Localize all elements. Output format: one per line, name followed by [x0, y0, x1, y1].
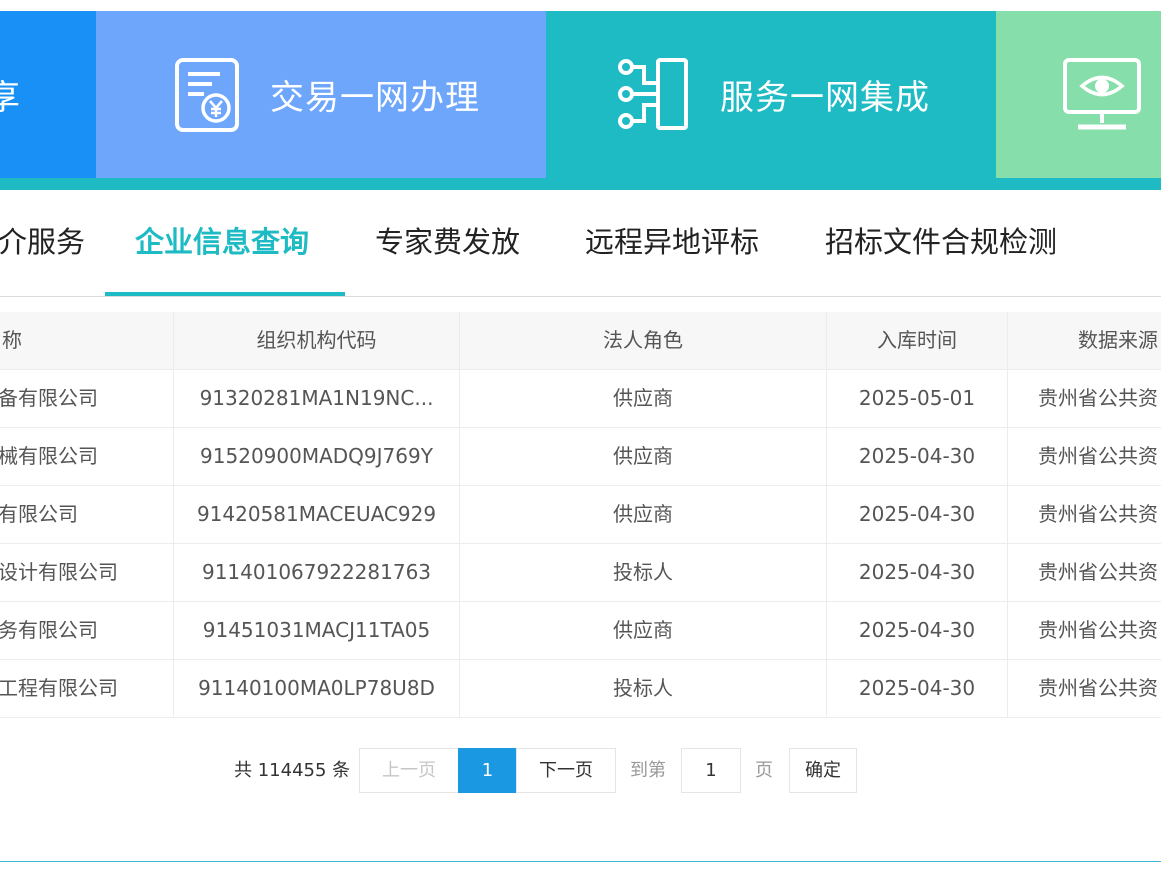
- cell-legal-role: 供应商: [460, 370, 827, 427]
- column-header-entry-date: 入库时间: [827, 312, 1008, 369]
- column-header-name: 名称: [0, 312, 174, 369]
- footer-divider: [0, 861, 1161, 862]
- active-tab-indicator: [105, 292, 345, 296]
- banner-tile-monitor[interactable]: [996, 11, 1161, 178]
- banner-tile-share[interactable]: 享: [0, 11, 96, 178]
- cell-legal-role: 供应商: [460, 486, 827, 543]
- banner-bottom-band: [0, 178, 1161, 190]
- cell-org-code: 911401067922281763: [174, 544, 460, 601]
- next-page-button[interactable]: 下一页: [516, 748, 616, 793]
- cell-data-source: 贵州省公共资: [1038, 502, 1158, 526]
- cell-company-name: 器械有限公司: [0, 428, 174, 485]
- cell-org-code: 91451031MACJ11TA05: [174, 602, 460, 659]
- cell-legal-role: 供应商: [460, 602, 827, 659]
- pagination: 共 114455 条 上一页 1 下一页 到第 页 确定: [0, 748, 1161, 793]
- cell-org-code: 91420581MACEUAC929: [174, 486, 460, 543]
- cell-data-source: 贵州省公共资: [1038, 444, 1158, 468]
- cell-legal-role: 投标人: [460, 544, 827, 601]
- cell-company-name: 萍有限公司: [0, 486, 174, 543]
- cell-org-code: 91520900MADQ9J769Y: [174, 428, 460, 485]
- cell-data-source: 贵州省公共资: [1038, 676, 1158, 700]
- column-header-org-code: 组织机构代码: [174, 312, 460, 369]
- table-row[interactable]: 程设计有限公司 911401067922281763 投标人 2025-04-3…: [0, 544, 1161, 602]
- page-number-button[interactable]: 1: [458, 748, 517, 793]
- table-row[interactable]: 计工程有限公司 91140100MA0LP78U8D 投标人 2025-04-3…: [0, 660, 1161, 718]
- cell-company-name: 程设计有限公司: [0, 544, 174, 601]
- table-header-row: 名称 组织机构代码 法人角色 入库时间 数据来源: [0, 312, 1161, 370]
- cell-data-source: 贵州省公共资: [1038, 386, 1158, 410]
- cell-entry-date: 2025-04-30: [827, 544, 1008, 601]
- confirm-goto-button[interactable]: 确定: [789, 748, 857, 793]
- tab-remote-evaluation[interactable]: 远程异地评标: [585, 190, 759, 296]
- cell-legal-role: 投标人: [460, 660, 827, 717]
- page-unit-label: 页: [755, 760, 773, 781]
- cell-data-source: 贵州省公共资: [1038, 618, 1158, 642]
- cell-entry-date: 2025-04-30: [827, 602, 1008, 659]
- goto-page-input[interactable]: [681, 748, 741, 793]
- column-header-data-source: 数据来源: [1078, 328, 1158, 352]
- cell-company-name: 设备有限公司: [0, 370, 174, 427]
- cell-entry-date: 2025-05-01: [827, 370, 1008, 427]
- cell-entry-date: 2025-04-30: [827, 660, 1008, 717]
- banner-tile-label: 服务一网集成: [720, 78, 930, 118]
- goto-label: 到第: [630, 760, 666, 781]
- table-row[interactable]: 萍有限公司 91420581MACEUAC929 供应商 2025-04-30 …: [0, 486, 1161, 544]
- cell-company-name: 计工程有限公司: [0, 660, 174, 717]
- tab-bid-document-compliance[interactable]: 招标文件合规检测: [825, 190, 1057, 296]
- column-header-legal-role: 法人角色: [460, 312, 827, 369]
- prev-page-button[interactable]: 上一页: [359, 748, 459, 793]
- tab-enterprise-info-query[interactable]: 企业信息查询: [135, 190, 309, 296]
- cell-entry-date: 2025-04-30: [827, 486, 1008, 543]
- cell-company-name: 服务有限公司: [0, 602, 174, 659]
- service-tabs: 介服务 企业信息查询 专家费发放 远程异地评标 招标文件合规检测: [0, 190, 1161, 297]
- banner-tile-service[interactable]: 服务一网集成: [546, 11, 996, 178]
- table-row[interactable]: 器械有限公司 91520900MADQ9J769Y 供应商 2025-04-30…: [0, 428, 1161, 486]
- cell-org-code: 91140100MA0LP78U8D: [174, 660, 460, 717]
- cell-org-code: 91320281MA1N19NC...: [174, 370, 460, 427]
- cell-legal-role: 供应商: [460, 428, 827, 485]
- tab-agency-service[interactable]: 介服务: [0, 190, 85, 296]
- service-banner: 享 交易一网办理 服务一网集成: [0, 11, 1161, 178]
- banner-tile-transaction[interactable]: 交易一网办理: [96, 11, 546, 178]
- integration-icon: [616, 57, 690, 135]
- table-row[interactable]: 设备有限公司 91320281MA1N19NC... 供应商 2025-05-0…: [0, 370, 1161, 428]
- banner-tile-label: 交易一网办理: [270, 78, 480, 118]
- yuan-document-icon: [174, 57, 240, 137]
- cell-data-source: 贵州省公共资: [1038, 560, 1158, 584]
- tab-expert-fee-payment[interactable]: 专家费发放: [375, 190, 520, 296]
- table-row[interactable]: 服务有限公司 91451031MACJ11TA05 供应商 2025-04-30…: [0, 602, 1161, 660]
- cell-entry-date: 2025-04-30: [827, 428, 1008, 485]
- total-count: 共 114455 条: [234, 760, 351, 781]
- banner-tile-label: 享: [0, 78, 21, 118]
- monitor-eye-icon: [1062, 57, 1142, 135]
